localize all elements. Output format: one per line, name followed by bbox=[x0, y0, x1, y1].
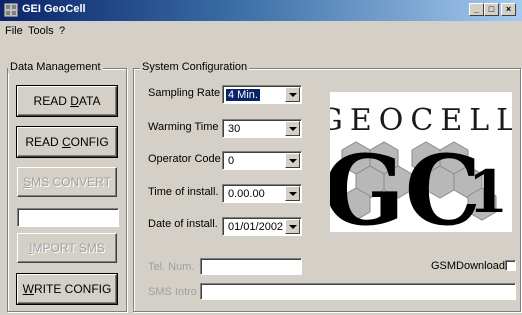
import-sms-label: IMPORT SMS bbox=[29, 241, 105, 255]
system-configuration-label: System Configuration bbox=[140, 61, 250, 73]
operator-code-select[interactable]: 0 bbox=[222, 151, 302, 170]
gsm-download-label: GSMDownload bbox=[431, 260, 505, 272]
window-title: GEI GeoCell bbox=[22, 3, 86, 15]
date-of-install-label: Date of install. bbox=[148, 218, 218, 230]
sms-intro-field[interactable] bbox=[200, 283, 516, 300]
write-config-button[interactable]: WRITE CONFIG bbox=[17, 274, 117, 304]
close-button[interactable]: × bbox=[501, 3, 516, 16]
sms-text-field[interactable] bbox=[17, 208, 119, 227]
geocell-logo: GEOCELL GC 1 bbox=[330, 92, 512, 232]
date-of-install-value: 01/01/2002 bbox=[228, 221, 284, 233]
chevron-down-icon[interactable] bbox=[285, 186, 300, 201]
maximize-icon: □ bbox=[488, 4, 495, 14]
menu-help[interactable]: ? bbox=[59, 25, 65, 37]
minimize-icon: _ bbox=[473, 4, 479, 14]
title-bar[interactable]: GEI GeoCell _ □ × bbox=[0, 0, 522, 21]
read-config-button[interactable]: READ CONFIG bbox=[17, 127, 117, 157]
data-management-label: Data Management bbox=[8, 61, 103, 73]
menu-bar: File Tools ? bbox=[0, 21, 522, 40]
close-icon: × bbox=[505, 4, 512, 14]
logo-monogram: GC bbox=[330, 134, 481, 232]
menu-tools[interactable]: Tools bbox=[28, 25, 54, 37]
chevron-down-icon[interactable] bbox=[285, 219, 300, 234]
app-icon bbox=[4, 3, 18, 17]
minimize-button[interactable]: _ bbox=[469, 3, 484, 16]
read-data-label: READ DATA bbox=[33, 94, 101, 108]
chevron-down-icon[interactable] bbox=[285, 121, 300, 136]
chevron-down-icon[interactable] bbox=[285, 87, 300, 102]
menu-file[interactable]: File bbox=[5, 25, 23, 37]
sms-convert-label: SMS CONVERT bbox=[23, 175, 111, 189]
warming-time-label: Warming Time bbox=[148, 121, 219, 133]
write-config-label: WRITE CONFIG bbox=[22, 282, 112, 296]
warming-time-select[interactable]: 30 bbox=[222, 119, 302, 138]
chevron-down-icon[interactable] bbox=[285, 153, 300, 168]
logo-wordmark: GEOCELL bbox=[330, 103, 512, 138]
warming-time-value: 30 bbox=[228, 123, 241, 135]
read-config-label: READ CONFIG bbox=[25, 135, 109, 149]
time-of-install-value: 0.00.00 bbox=[228, 188, 265, 200]
operator-code-label: Operator Code bbox=[148, 153, 221, 165]
tel-num-label: Tel. Num. bbox=[148, 261, 195, 273]
time-of-install-select[interactable]: 0.00.00 bbox=[222, 184, 302, 203]
gsm-download-checkbox[interactable] bbox=[505, 260, 516, 271]
sms-convert-button[interactable]: SMS CONVERT bbox=[17, 167, 117, 197]
time-of-install-label: Time of install. bbox=[148, 186, 219, 198]
sms-intro-label: SMS Intro bbox=[148, 286, 197, 298]
date-of-install-select[interactable]: 01/01/2002 bbox=[222, 217, 302, 236]
sampling-rate-value: 4 Min. bbox=[226, 89, 260, 101]
operator-code-value: 0 bbox=[228, 155, 235, 167]
geocell-logo-graphic: GEOCELL GC 1 bbox=[330, 103, 512, 232]
read-data-button[interactable]: READ DATA bbox=[17, 86, 117, 116]
sampling-rate-select[interactable]: 4 Min. bbox=[222, 85, 302, 104]
sampling-rate-label: Sampling Rate bbox=[148, 87, 221, 99]
maximize-button[interactable]: □ bbox=[484, 3, 499, 16]
logo-number: 1 bbox=[468, 158, 508, 226]
tel-num-field[interactable] bbox=[200, 258, 302, 275]
import-sms-button[interactable]: IMPORT SMS bbox=[17, 233, 117, 263]
